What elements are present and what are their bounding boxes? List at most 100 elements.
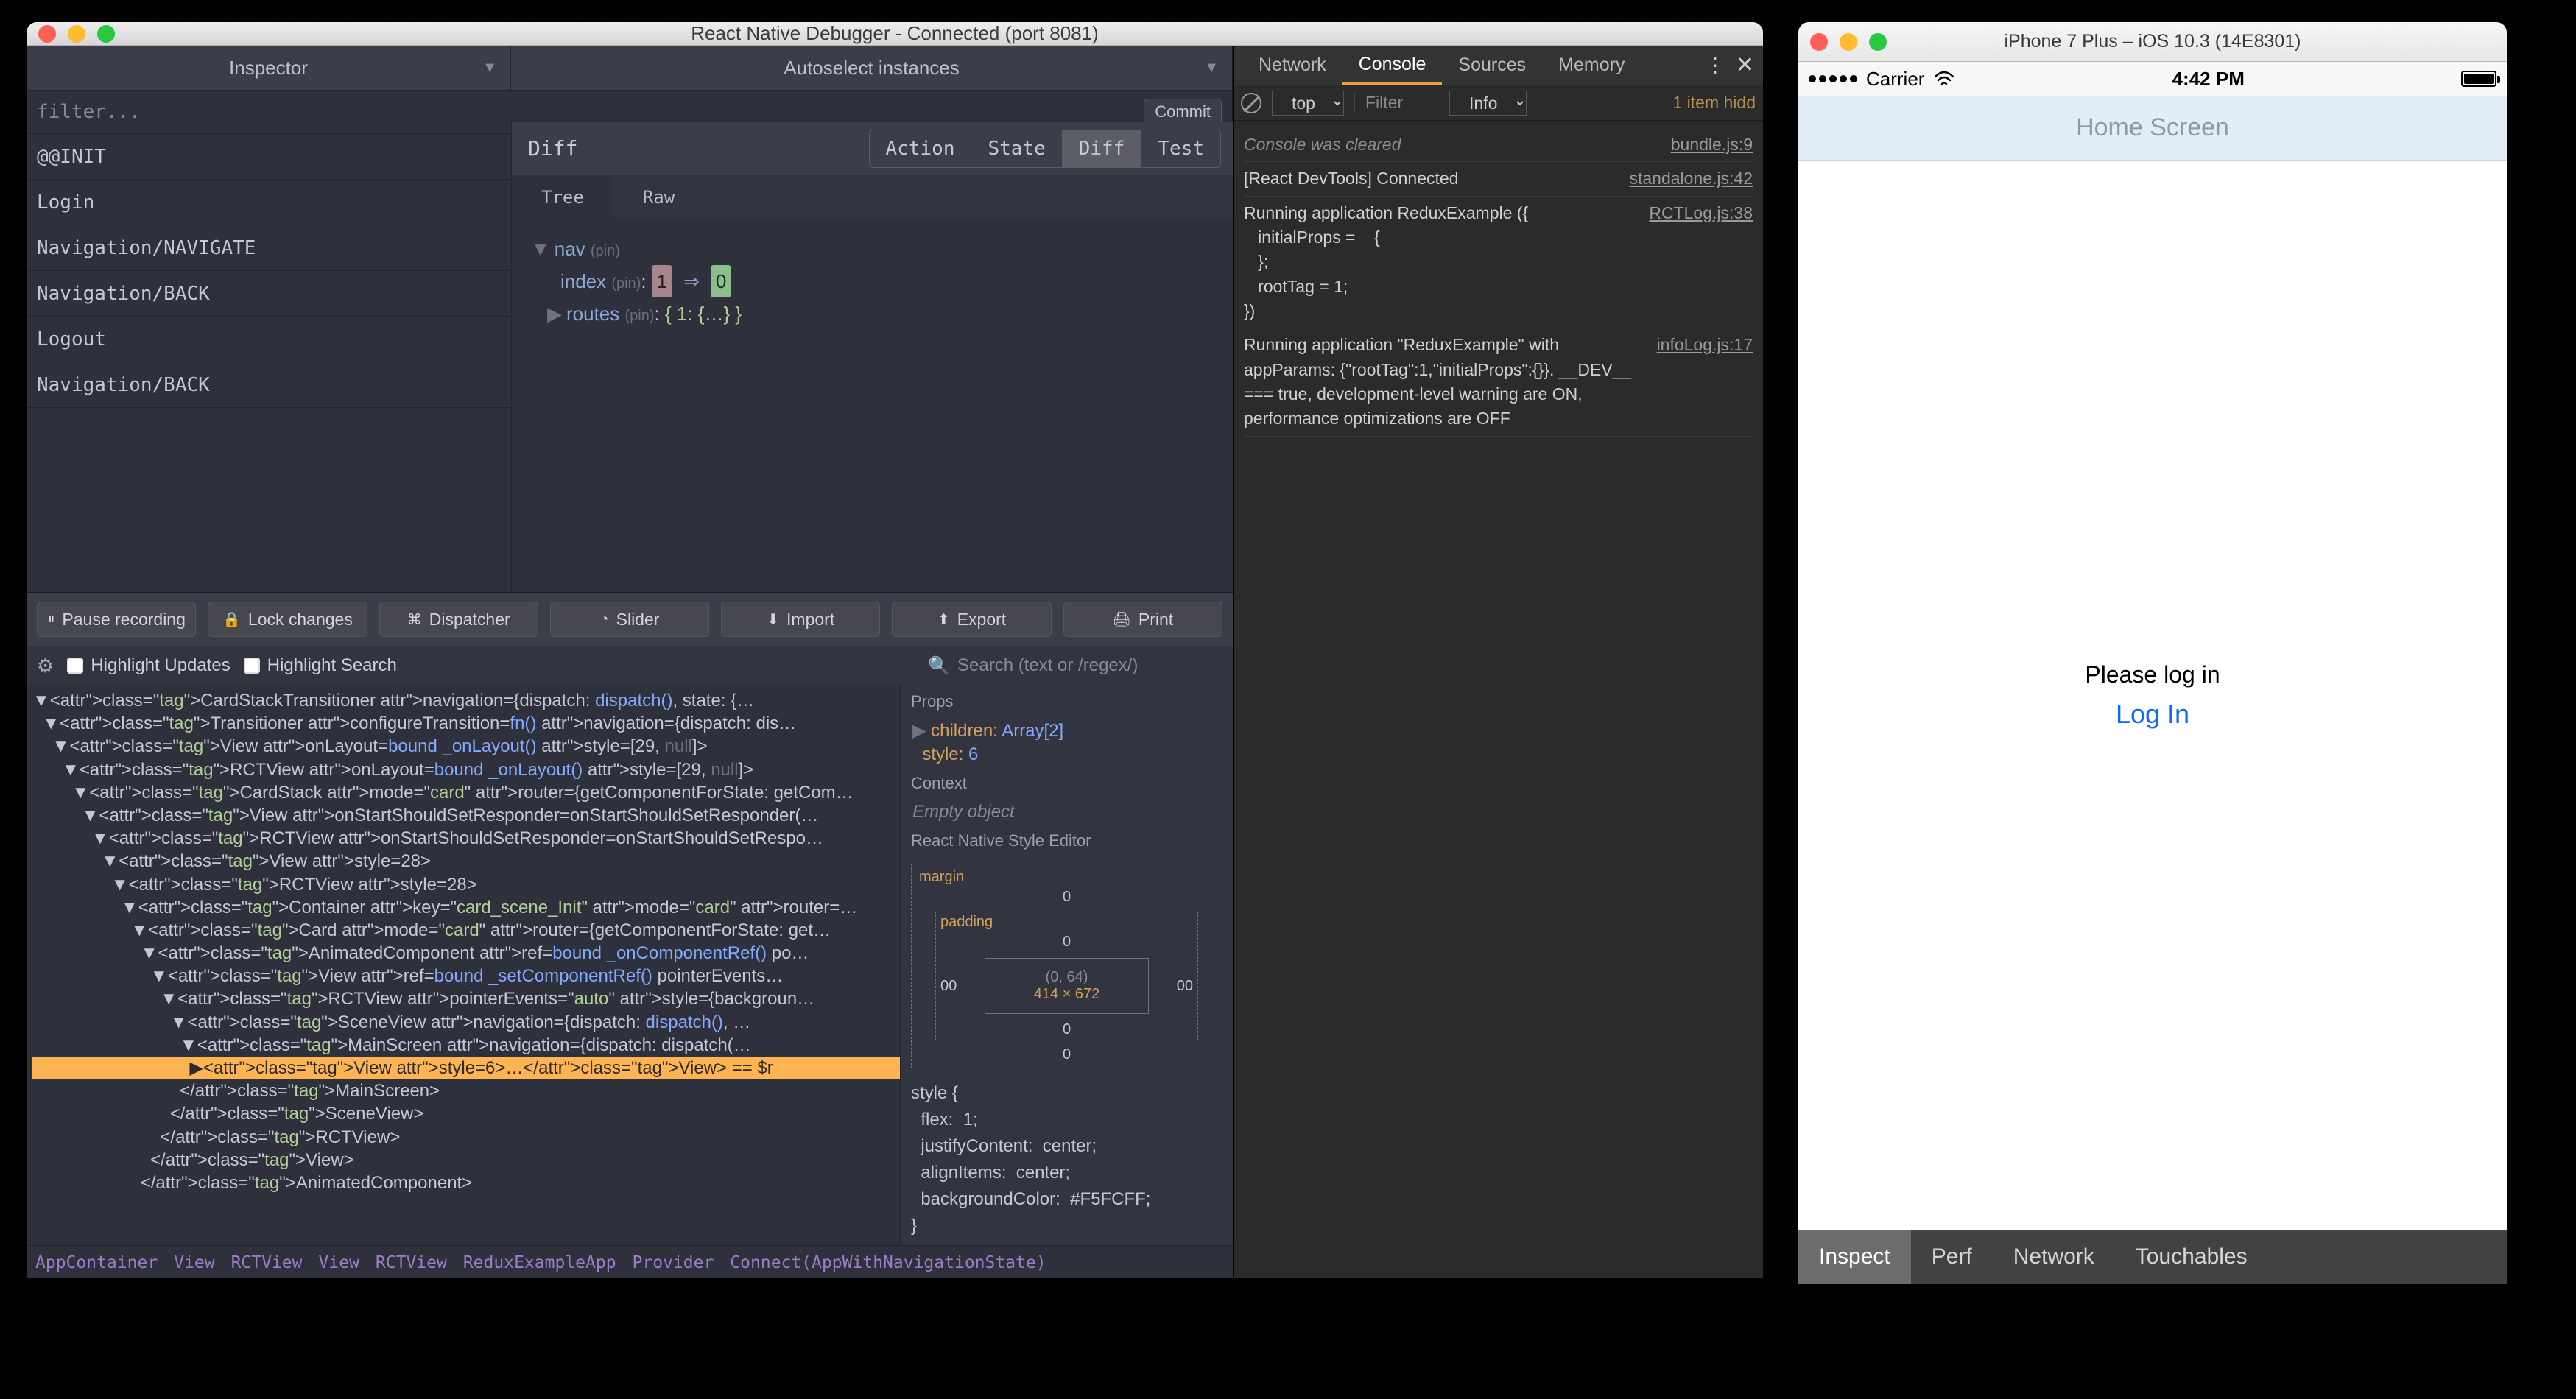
tree-line[interactable]: ▼<attr">class="tag">CardStackTransitione… <box>32 689 900 712</box>
commit-button[interactable]: Commit <box>1144 99 1222 125</box>
console-row: [React DevTools] Connectedstandalone.js:… <box>1244 162 1753 196</box>
export-button[interactable]: ⬆Export <box>892 602 1051 637</box>
breadcrumb-item[interactable]: View <box>174 1253 214 1272</box>
diff-key-index: index <box>560 270 606 292</box>
maximize-icon[interactable] <box>97 25 115 43</box>
pause-recording-button[interactable]: ⏸Pause recording <box>37 602 196 637</box>
tree-line[interactable]: ▼<attr">class="tag">Transitioner attr">c… <box>32 712 900 735</box>
diff-title: Diff <box>528 136 869 161</box>
tree-line[interactable]: ▼<attr">class="tag">CardStack attr">mode… <box>32 781 900 804</box>
traffic-lights <box>38 25 115 43</box>
console-source[interactable]: infoLog.js:17 <box>1657 333 1753 431</box>
tree-line[interactable]: ▼<attr">class="tag">Container attr">key=… <box>32 896 900 919</box>
devtools-tabs: NetworkConsoleSourcesMemory ⋮ ✕ <box>1234 46 1763 85</box>
devmenu-inspect[interactable]: Inspect <box>1798 1230 1911 1284</box>
children-key: children: <box>931 721 998 741</box>
tree-line[interactable]: </attr">class="tag">View> <box>32 1149 900 1171</box>
component-search-input[interactable] <box>957 655 1222 676</box>
devtools-tab-console[interactable]: Console <box>1342 46 1443 85</box>
console-source[interactable]: bundle.js:9 <box>1671 133 1753 157</box>
lock-changes-button[interactable]: 🔒Lock changes <box>208 602 367 637</box>
breadcrumb-item[interactable]: AppContainer <box>35 1253 158 1272</box>
tree-line[interactable]: </attr">class="tag">SceneView> <box>32 1102 900 1125</box>
debugger-titlebar[interactable]: React Native Debugger - Connected (port … <box>27 22 1763 46</box>
devmenu-perf[interactable]: Perf <box>1911 1230 1993 1284</box>
tree-line[interactable]: ▼<attr">class="tag">View attr">onLayout=… <box>32 735 900 758</box>
tree-line[interactable]: ▼<attr">class="tag">SceneView attr">navi… <box>32 1011 900 1034</box>
window-title: iPhone 7 Plus – iOS 10.3 (14E8301) <box>1798 31 2507 52</box>
highlight-updates-toggle[interactable]: Highlight Updates <box>67 655 230 676</box>
subtab-raw[interactable]: Raw <box>613 175 704 219</box>
devmenu-touchables[interactable]: Touchables <box>2115 1230 2268 1284</box>
action-filter-input[interactable] <box>37 101 1144 123</box>
tree-line[interactable]: </attr">class="tag">RCTView> <box>32 1126 900 1149</box>
redux-toolbar: ⏸Pause recording 🔒Lock changes ⌘Dispatch… <box>27 593 1233 646</box>
close-icon[interactable] <box>1810 33 1828 51</box>
highlight-search-label: Highlight Search <box>267 655 397 676</box>
devmenu-network[interactable]: Network <box>1993 1230 2115 1284</box>
tree-line-selected[interactable]: ▶<attr">class="tag">View attr">style=6>…… <box>32 1057 900 1079</box>
dispatcher-button[interactable]: ⌘Dispatcher <box>379 602 538 637</box>
section-context: Context <box>901 767 1233 800</box>
breadcrumb-item[interactable]: RCTView <box>376 1253 447 1272</box>
import-button[interactable]: ⬇Import <box>721 602 880 637</box>
tree-line[interactable]: ▼<attr">class="tag">RCTView attr">onLayo… <box>32 758 900 781</box>
breadcrumb-item[interactable]: Provider <box>633 1253 714 1272</box>
minimize-icon[interactable] <box>68 25 85 43</box>
tree-line[interactable]: </attr">class="tag">AnimatedComponent> <box>32 1171 900 1194</box>
breadcrumb-item[interactable]: Connect(AppWithNavigationState) <box>730 1253 1046 1272</box>
tree-line[interactable]: ▼<attr">class="tag">View attr">onStartSh… <box>32 804 900 827</box>
seg-test[interactable]: Test <box>1141 130 1220 167</box>
devtools-tab-sources[interactable]: Sources <box>1442 46 1542 85</box>
maximize-icon[interactable] <box>1869 33 1887 51</box>
box-model: margin 0 padding 0 0 0 (0, 64) <box>911 864 1222 1068</box>
seg-diff[interactable]: Diff <box>1062 130 1141 167</box>
tree-line[interactable]: ▼<attr">class="tag">Card attr">mode="car… <box>32 919 900 942</box>
slider-label: Slider <box>616 610 660 630</box>
bm-m-left: 0 <box>940 978 949 995</box>
close-icon[interactable] <box>38 25 56 43</box>
print-button[interactable]: 🖨Print <box>1063 602 1222 637</box>
context-select[interactable]: top <box>1272 91 1344 116</box>
kebab-icon[interactable]: ⋮ <box>1705 53 1725 77</box>
simulator-titlebar[interactable]: iPhone 7 Plus – iOS 10.3 (14E8301) <box>1798 22 2507 62</box>
seg-action[interactable]: Action <box>870 130 971 167</box>
traffic-lights <box>1810 33 1887 51</box>
tab-autoselect[interactable]: Autoselect instances ▼ <box>511 46 1232 90</box>
clear-console-icon[interactable] <box>1241 93 1261 113</box>
tab-inspector[interactable]: Inspector ▼ <box>27 46 511 90</box>
breadcrumb-item[interactable]: ReduxExampleApp <box>463 1253 616 1272</box>
dispatcher-label: Dispatcher <box>429 610 510 630</box>
devtools-tab-memory[interactable]: Memory <box>1542 46 1641 85</box>
tree-line[interactable]: ▼<attr">class="tag">RCTView attr">onStar… <box>32 827 900 850</box>
tree-line[interactable]: ▼<attr">class="tag">MainScreen attr">nav… <box>32 1034 900 1057</box>
tree-line[interactable]: ▼<attr">class="tag">AnimatedComponent at… <box>32 942 900 965</box>
highlight-search-toggle[interactable]: Highlight Search <box>244 655 397 676</box>
breadcrumb-item[interactable]: RCTView <box>231 1253 303 1272</box>
tree-line[interactable]: ▼<attr">class="tag">View attr">style=28> <box>32 850 900 873</box>
carrier-label: Carrier <box>1866 68 1924 91</box>
console-filter-input[interactable] <box>1365 93 1439 113</box>
devtools-tab-network[interactable]: Network <box>1242 46 1342 85</box>
console-source[interactable]: RCTLog.js:38 <box>1649 201 1753 324</box>
tree-line[interactable]: ▼<attr">class="tag">RCTView attr">style=… <box>32 873 900 896</box>
log-level-select[interactable]: Info <box>1449 91 1527 116</box>
login-link[interactable]: Log In <box>2116 699 2189 730</box>
breadcrumb-item[interactable]: View <box>319 1253 359 1272</box>
minimize-icon[interactable] <box>1840 33 1857 51</box>
routes-value: { 1: {…} } <box>665 303 742 325</box>
section-props: Props <box>901 685 1233 719</box>
seg-state[interactable]: State <box>971 130 1061 167</box>
tree-line[interactable]: ▼<attr">class="tag">RCTView attr">pointe… <box>32 987 900 1010</box>
slider-button[interactable]: ◔Slider <box>550 602 709 637</box>
gear-icon[interactable]: ⚙ <box>37 655 54 677</box>
tree-line[interactable]: ▼<attr">class="tag">View attr">ref=bound… <box>32 965 900 987</box>
console-prompt[interactable]: › <box>1234 1269 1763 1278</box>
console-source[interactable]: standalone.js:42 <box>1629 166 1753 191</box>
react-component-tree[interactable]: ▼<attr">class="tag">CardStackTransitione… <box>27 685 900 1245</box>
arrow-icon: ⇒ <box>683 270 700 292</box>
subtab-tree[interactable]: Tree <box>512 175 613 219</box>
console-output[interactable]: Console was clearedbundle.js:9[React Dev… <box>1234 121 1763 1269</box>
tree-line[interactable]: </attr">class="tag">MainScreen> <box>32 1079 900 1102</box>
close-icon[interactable]: ✕ <box>1736 52 1754 78</box>
